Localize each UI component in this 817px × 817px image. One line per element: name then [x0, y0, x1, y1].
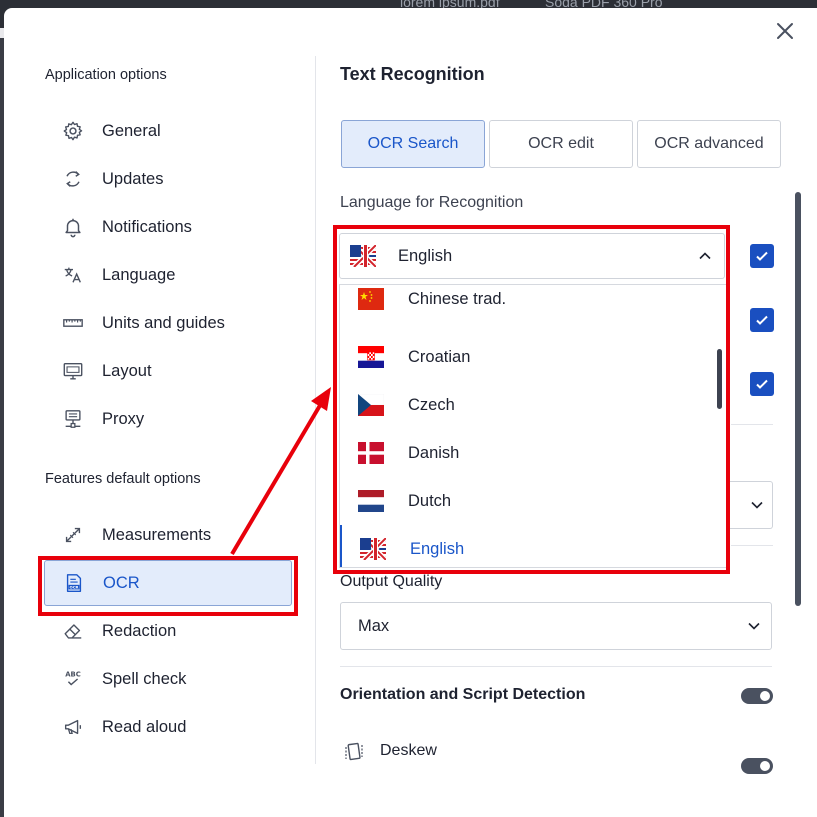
tab-ocr-advanced[interactable]: OCR advanced: [637, 120, 781, 168]
output-quality-value: Max: [358, 616, 390, 635]
gear-icon: [61, 119, 85, 143]
monitor-icon: [61, 359, 85, 383]
deskew-toggle[interactable]: [741, 758, 773, 774]
annotation-highlight-language-list: [333, 225, 730, 574]
features-options-heading: Features default options: [45, 471, 201, 487]
svg-text:ABC: ABC: [65, 670, 81, 678]
sidebar-item-spell-check[interactable]: ABC Spell check: [44, 656, 292, 702]
sidebar-item-layout[interactable]: Layout: [44, 348, 292, 394]
output-quality-select[interactable]: Max: [340, 602, 772, 650]
sidebar-item-language[interactable]: Language: [44, 252, 292, 298]
sidebar-item-label: Redaction: [102, 621, 177, 640]
sidebar-item-notifications[interactable]: Notifications: [44, 204, 292, 250]
toggle-knob: [760, 691, 770, 701]
orientation-label: Orientation and Script Detection: [340, 686, 586, 703]
sidebar-item-general[interactable]: General: [44, 108, 292, 154]
ocr-tabs: OCR Search OCR edit OCR advanced: [341, 120, 781, 168]
sidebar-item-label: Measurements: [102, 525, 212, 544]
spellcheck-icon: ABC: [61, 667, 85, 691]
page-title: Text Recognition: [340, 64, 485, 84]
orientation-toggle[interactable]: [741, 688, 773, 704]
sidebar-item-read-aloud[interactable]: Read aloud: [44, 704, 292, 750]
annotation-highlight-ocr: [38, 556, 298, 616]
megaphone-icon: [61, 715, 85, 739]
sidebar-item-label: Proxy: [102, 409, 145, 428]
deskew-icon: [345, 742, 363, 761]
sidebar-item-label: Spell check: [102, 669, 187, 688]
sidebar-item-label: Notifications: [102, 217, 192, 236]
network-icon: [61, 407, 85, 431]
divider: [340, 666, 772, 667]
partially-hidden-select[interactable]: [727, 481, 773, 529]
sidebar-item-units-guides[interactable]: Units and guides: [44, 300, 292, 346]
refresh-icon: [61, 167, 85, 191]
sidebar-item-label: Language: [102, 265, 176, 284]
eraser-icon: [61, 619, 85, 643]
sidebar-item-label: General: [102, 121, 161, 140]
toggle-knob: [760, 761, 770, 771]
sidebar-item-label: Units and guides: [102, 313, 225, 332]
output-quality-label: Output Quality: [340, 573, 443, 590]
checkbox[interactable]: [750, 244, 774, 268]
checkbox[interactable]: [750, 372, 774, 396]
deskew-label: Deskew: [380, 742, 437, 759]
checkbox[interactable]: [750, 308, 774, 332]
sidebar-item-proxy[interactable]: Proxy: [44, 396, 292, 442]
divider: [731, 424, 773, 425]
sidebar-item-label: Read aloud: [102, 717, 187, 736]
tab-ocr-edit[interactable]: OCR edit: [489, 120, 633, 168]
bell-icon: [61, 215, 85, 239]
translate-icon: [61, 263, 85, 287]
sidebar-item-label: Updates: [102, 169, 164, 188]
checkmark-icon: [756, 315, 768, 325]
sidebar-item-label: Layout: [102, 361, 152, 380]
measure-icon: [61, 523, 85, 547]
divider: [731, 545, 773, 546]
app-options-heading: Application options: [45, 67, 167, 83]
tab-ocr-search[interactable]: OCR Search: [341, 120, 485, 168]
checkmark-icon: [756, 251, 768, 261]
language-label: Language for Recognition: [340, 194, 524, 211]
chevron-down-icon: [751, 501, 763, 509]
sidebar-item-updates[interactable]: Updates: [44, 156, 292, 202]
options-sidebar: Application options General Updates Noti…: [4, 8, 316, 817]
panel-scrollbar[interactable]: [795, 192, 801, 606]
checkmark-icon: [756, 379, 768, 389]
ruler-icon: [61, 311, 85, 335]
sidebar-item-measurements[interactable]: Measurements: [44, 512, 292, 558]
chevron-down-icon: [748, 622, 760, 630]
